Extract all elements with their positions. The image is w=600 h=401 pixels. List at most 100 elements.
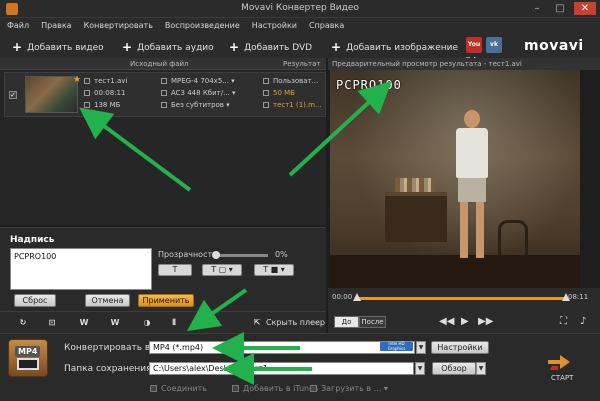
- caption-title: Надпись: [10, 235, 55, 245]
- result-profile[interactable]: Пользоват...: [263, 77, 318, 85]
- convert-to-label: Конвертировать в:: [64, 343, 154, 353]
- transparency-slider[interactable]: [216, 254, 268, 257]
- monitor-icon: [17, 358, 39, 370]
- caption-panel: Надпись PCPRO100 Прозрачность 0% T T ▢ ▾…: [0, 227, 326, 311]
- format-icon[interactable]: MP4: [8, 339, 48, 377]
- transparency-slider-handle[interactable]: [212, 251, 220, 259]
- plus-icon: +: [331, 40, 342, 54]
- edit-tools: ↻ ⊡ W W ◑ ⫴ ⇱ Скрыть плеер: [0, 311, 326, 333]
- settings-button[interactable]: Настройки: [431, 341, 489, 354]
- add-dvd-button[interactable]: + Добавить DVD: [229, 39, 312, 54]
- vk-icon[interactable]: vk: [486, 37, 502, 53]
- outline-color-button[interactable]: T ■ ▾: [254, 264, 294, 276]
- preview-header: Предварительный просмотр результата - те…: [328, 58, 600, 70]
- person-leg: [476, 202, 484, 258]
- file-icon: [84, 102, 90, 108]
- caption-watermark: PCPRO100: [336, 78, 402, 92]
- star-icon[interactable]: ★: [73, 75, 81, 85]
- file-row[interactable]: ✓ ★ тест1.avi 00:08:11 138 МБ MPEG-4 704…: [4, 72, 326, 117]
- save-folder-input[interactable]: C:\Users\alex\Desktop\тест1: [149, 362, 414, 375]
- caption-text-input[interactable]: PCPRO100: [10, 248, 152, 290]
- cancel-button[interactable]: Отмена: [85, 294, 130, 307]
- browse-dropdown-arrow[interactable]: ▼: [476, 362, 486, 375]
- menu-playback[interactable]: Воспроизведение: [165, 21, 240, 30]
- play-icon[interactable]: ▶: [461, 316, 469, 327]
- trim-start-handle[interactable]: [353, 293, 361, 301]
- rewind-icon[interactable]: ◀◀: [439, 316, 454, 327]
- subtitles-select[interactable]: Без субтитров ▾: [161, 101, 230, 109]
- plus-icon: +: [122, 40, 133, 54]
- font-button[interactable]: T: [158, 264, 192, 276]
- watermark-icon[interactable]: W: [74, 317, 94, 329]
- image-watermark-icon[interactable]: W: [108, 317, 122, 329]
- add-video-button[interactable]: + Добавить видео: [12, 39, 104, 54]
- menu-settings[interactable]: Настройки: [252, 21, 297, 30]
- fullscreen-icon[interactable]: ⛶: [560, 316, 567, 327]
- menu-convert[interactable]: Конвертировать: [84, 21, 153, 30]
- preview-player[interactable]: PCPRO100: [330, 70, 580, 288]
- folder-dropdown-arrow[interactable]: ▼: [415, 362, 425, 375]
- add-toolbar: + Добавить видео + Добавить аудио + Добавит…: [0, 32, 600, 64]
- trim-track[interactable]: [356, 297, 566, 300]
- volume-icon[interactable]: ♪: [580, 316, 586, 327]
- join-checkbox[interactable]: Соединить: [150, 384, 207, 393]
- result-name[interactable]: тест1 (1).m...: [263, 101, 322, 109]
- start-button[interactable]: СТАРТ: [551, 374, 573, 382]
- col-result: Результат: [283, 60, 321, 68]
- youtube-icon[interactable]: You Tube: [466, 37, 482, 64]
- books: [395, 178, 435, 192]
- font-color-button[interactable]: T ▢ ▾: [202, 264, 242, 276]
- clock-icon: [84, 90, 90, 96]
- crop-icon[interactable]: ⊡: [45, 317, 59, 329]
- preview-title: Предварительный просмотр результата - те…: [332, 60, 522, 68]
- person: [450, 110, 495, 260]
- reset-button[interactable]: Сброс: [14, 294, 56, 307]
- edit-icon: [263, 102, 269, 108]
- hide-player-icon[interactable]: ⇱: [250, 317, 264, 329]
- window-title: Movavi Конвертер Видео: [241, 3, 359, 13]
- rotate-icon[interactable]: ↻: [16, 317, 30, 329]
- format-select[interactable]: MP4 (*.mp4): [149, 341, 415, 354]
- result-size[interactable]: 50 МБ: [263, 89, 295, 97]
- equalizer-icon[interactable]: ⫴: [167, 317, 181, 329]
- close-button[interactable]: ✕: [574, 2, 596, 15]
- intel-hd-badge: Intel HD Graphics: [380, 341, 413, 351]
- browse-button[interactable]: Обзор: [432, 362, 476, 375]
- forward-icon[interactable]: ▶▶: [478, 316, 493, 327]
- film-icon: [161, 78, 167, 84]
- time-end: 08:11: [568, 293, 589, 301]
- video-codec[interactable]: MPEG-4 704x5... ▾: [161, 77, 235, 85]
- maximize-button[interactable]: □: [549, 2, 571, 15]
- file-thumbnail: [25, 76, 78, 113]
- transparency-label: Прозрачность: [158, 250, 217, 259]
- add-audio-button[interactable]: + Добавить аудио: [122, 39, 214, 54]
- person-shorts: [458, 178, 486, 202]
- transparency-value: 0%: [275, 250, 288, 259]
- file-checkbox[interactable]: ✓: [9, 91, 17, 99]
- time-start: 00:00: [332, 293, 353, 301]
- file-table-header: Исходный файл Результат: [0, 58, 326, 70]
- before-tab[interactable]: До: [334, 316, 359, 328]
- menu-help[interactable]: Справка: [309, 21, 344, 30]
- add-image-button[interactable]: + Добавить изображение: [331, 39, 458, 54]
- after-tab[interactable]: После: [359, 316, 386, 328]
- document-icon: [263, 78, 269, 84]
- menu-edit[interactable]: Правка: [41, 21, 71, 30]
- upload-checkbox[interactable]: Загрузить в ... ▾: [310, 384, 388, 393]
- apply-button[interactable]: Применить: [138, 294, 194, 307]
- video-frame: PCPRO100: [330, 70, 580, 288]
- hide-player-button[interactable]: Скрыть плеер: [266, 318, 325, 327]
- file-icon: [263, 90, 269, 96]
- effects-icon[interactable]: ◑: [140, 317, 154, 329]
- itunes-checkbox[interactable]: Добавить в iTunes: [232, 384, 318, 393]
- file-size: 138 МБ: [84, 101, 120, 109]
- person-shirt: [456, 128, 488, 178]
- start-icon[interactable]: [546, 352, 572, 372]
- audio-codec[interactable]: AC3 448 Кбит/... ▾: [161, 89, 236, 97]
- menu-file[interactable]: Файл: [7, 21, 29, 30]
- col-source: Исходный файл: [130, 60, 189, 68]
- format-dropdown-arrow[interactable]: ▼: [416, 341, 426, 354]
- minimize-button[interactable]: –: [526, 2, 548, 15]
- file-name: тест1.avi: [84, 77, 127, 85]
- menu-bar: Файл Правка Конвертировать Воспроизведен…: [0, 18, 600, 32]
